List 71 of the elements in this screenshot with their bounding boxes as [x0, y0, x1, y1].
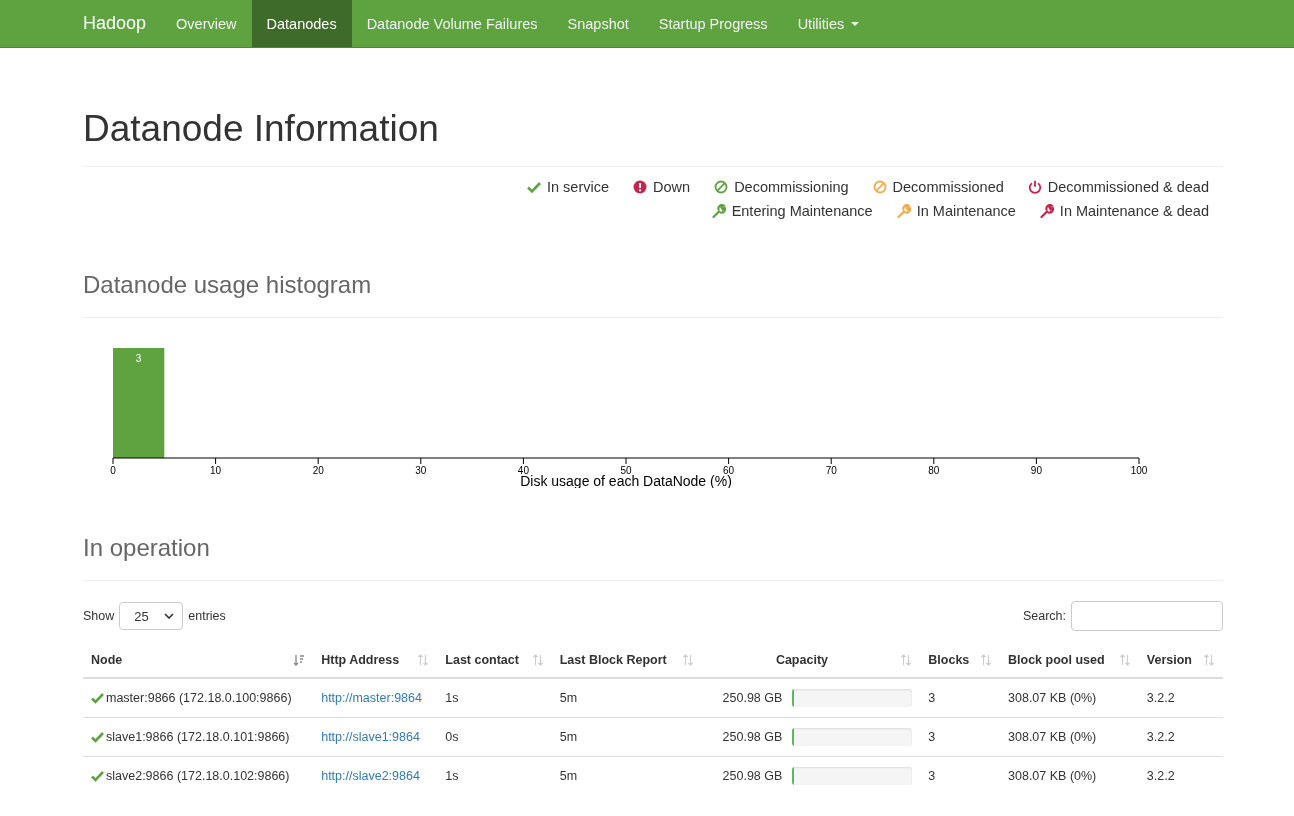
- table-cell: 3.2.2: [1146, 691, 1175, 705]
- table-cell: 3: [928, 769, 936, 783]
- search-field[interactable]: [1071, 601, 1223, 631]
- bar-value-label: 3: [135, 353, 142, 364]
- table-cell: 0s: [445, 730, 459, 744]
- entries-label: entries: [188, 609, 226, 623]
- sort-icon: [1118, 654, 1131, 666]
- table-cell: 5m: [559, 691, 578, 705]
- search-label: Search:: [1022, 609, 1066, 623]
- table-cell: 5m: [559, 730, 578, 744]
- legend-label: In Maintenance: [916, 203, 1016, 219]
- table-cell: 308.07 KB (0%): [1008, 769, 1097, 783]
- tick-label: 30: [415, 465, 427, 476]
- tick-label: 60: [723, 465, 735, 476]
- column-header[interactable]: Http Address: [313, 643, 438, 678]
- table-cell: 3.2.2: [1146, 769, 1175, 783]
- chevron-icon: [164, 613, 175, 619]
- table-cell: master:9866 (172.18.0.100:9866): [106, 691, 292, 705]
- table-cell: 1s: [445, 769, 459, 783]
- table-cell: 3: [928, 691, 936, 705]
- legend-label: Decommissioned: [892, 179, 1004, 195]
- sort-icon: [900, 654, 913, 666]
- column-header[interactable]: Blocks: [920, 643, 1001, 678]
- axis-title: Disk usage of each DataNode (%): [520, 473, 732, 488]
- page-title: Datanode Information: [83, 108, 1223, 167]
- http-link[interactable]: http://master:9864: [321, 691, 422, 705]
- http-link[interactable]: http://slave2:9864: [321, 769, 420, 783]
- legend-label: In service: [547, 179, 610, 195]
- sort-icon: [1203, 654, 1215, 666]
- sort-icon: [980, 654, 993, 666]
- table-cell: 308.07 KB (0%): [1008, 730, 1097, 744]
- table-cell: 308.07 KB (0%): [1008, 691, 1097, 705]
- tick-label: 80: [928, 465, 940, 476]
- table-cell: 250.98 GB: [722, 730, 783, 744]
- tick-label: 10: [210, 465, 222, 476]
- table-cell: 3.2.2: [1146, 730, 1175, 744]
- tick-label: 100: [1130, 465, 1148, 476]
- tick-label: 50: [620, 465, 632, 476]
- sort-ascending-icon: [293, 654, 306, 666]
- tick-label: 70: [825, 465, 837, 476]
- table-cell: 250.98 GB: [722, 769, 783, 783]
- legend-label: Entering Maintenance: [731, 203, 873, 219]
- sort-icon: [531, 654, 544, 666]
- section-heading: Datanode usage histogram: [83, 271, 1223, 318]
- tick-label: 20: [312, 465, 324, 476]
- table-cell: slave1:9866 (172.18.0.101:9866): [106, 730, 290, 744]
- legend-label: In Maintenance & dead: [1059, 203, 1209, 219]
- http-link[interactable]: http://slave1:9864: [321, 730, 420, 744]
- column-header[interactable]: Capacity: [701, 643, 921, 678]
- sort-icon: [681, 654, 694, 666]
- column-header[interactable]: Block pool used: [1000, 643, 1139, 678]
- column-header[interactable]: Node: [83, 643, 314, 678]
- table-cell: 3: [928, 730, 936, 744]
- tick-label: 0: [110, 465, 116, 476]
- section-heading: In operation: [83, 534, 1223, 581]
- legend-label: Decommissioning: [734, 179, 849, 195]
- table-cell: 1s: [445, 691, 459, 705]
- tick-label: 40: [517, 465, 529, 476]
- column-header[interactable]: Last Block Report: [551, 643, 702, 678]
- column-header[interactable]: Last contact: [437, 643, 552, 678]
- page-size-select[interactable]: 25: [119, 602, 184, 630]
- legend-label: Down: [653, 179, 691, 195]
- column-header[interactable]: Version: [1138, 643, 1223, 678]
- sort-icon: [417, 654, 430, 666]
- show-label: Show: [83, 609, 115, 623]
- table-cell: slave2:9866 (172.18.0.102:9866): [106, 769, 290, 783]
- legend-label: Decommissioned & dead: [1047, 179, 1209, 195]
- tick-label: 90: [1030, 465, 1042, 476]
- table-cell: 5m: [559, 769, 578, 783]
- table-cell: 250.98 GB: [722, 691, 783, 705]
- nav-tab[interactable]: Datanodes: [251, 0, 352, 47]
